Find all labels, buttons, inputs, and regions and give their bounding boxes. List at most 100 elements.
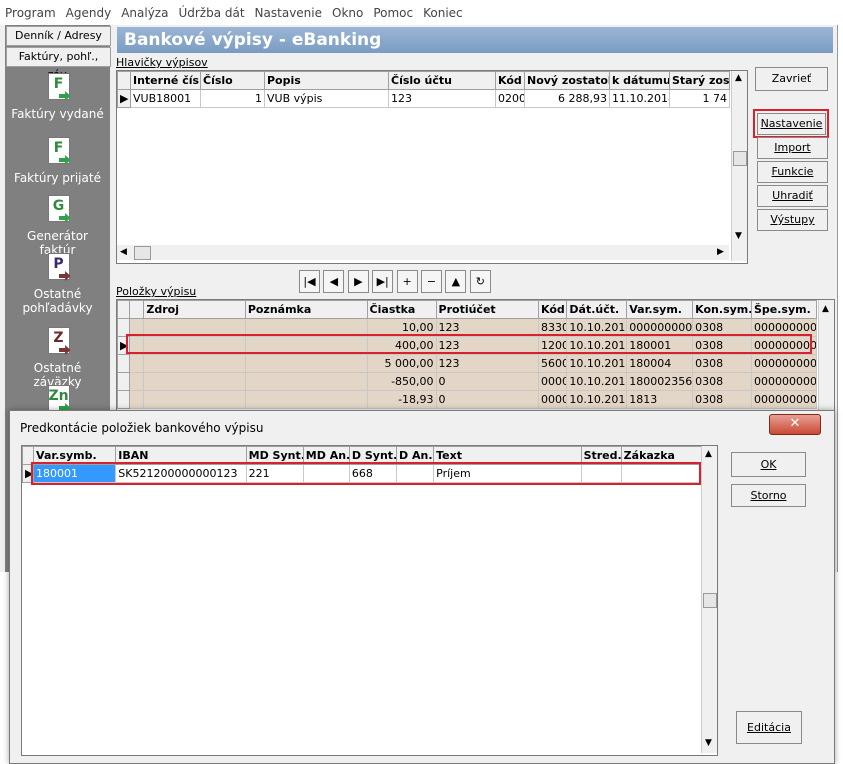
hscroll-thumb[interactable] [134,246,151,260]
table-cell[interactable]: 8330 [537,318,568,337]
table-cell[interactable]: 10.10.2018 [566,390,628,409]
column-header[interactable]: Kód [537,300,568,319]
column-header[interactable]: Číslo účtu [388,71,496,90]
table-cell[interactable] [129,372,145,391]
table-cell[interactable]: 0000000000 [751,390,817,409]
pay-button[interactable]: Uhradiť [757,185,828,207]
scroll-down-arrow-icon[interactable]: ▼ [705,738,712,748]
menu-pomoc[interactable]: Pomoc [368,0,418,27]
column-header[interactable]: IBAN [115,446,247,465]
table-cell[interactable] [129,336,145,355]
table-cell[interactable]: 5600 [537,354,568,373]
next-record-icon[interactable]: ▶ [347,270,369,293]
column-header[interactable]: Var.sym. [626,300,694,319]
table-row[interactable]: ▶ 180001 SK521200000000123 221 668 Príjem [22,464,703,483]
table-cell[interactable]: 0000000000 [751,372,817,391]
table-cell[interactable]: 0 [435,390,539,409]
table-cell[interactable]: VUB výpis [264,89,389,108]
table-cell[interactable]: SK521200000000123 [115,464,247,483]
menu-anal-za[interactable]: Analýza [116,0,173,27]
table-row[interactable]: 10,00 123 8330 10.10.2018 0000000000 0308 0000… [117,318,817,337]
invoice-issued-icon[interactable]: F [45,73,71,105]
table-cell[interactable]: 0 [435,372,539,391]
table-cell[interactable]: 0000 [537,390,568,409]
column-header[interactable]: Starý zost [669,71,730,90]
table-cell[interactable]: 123 [388,89,496,108]
table-cell[interactable]: 0308 [692,372,752,391]
column-header[interactable]: Nový zostatok [524,71,610,90]
table-cell[interactable]: 0000 [537,372,568,391]
table-cell[interactable] [580,464,622,483]
refresh-icon[interactable]: ↻ [469,270,491,293]
column-header[interactable]: Kód [495,71,525,90]
close-button[interactable]: Zavrieť [755,67,828,91]
table-cell[interactable] [244,336,368,355]
column-header[interactable]: D Synt. [348,446,398,465]
editacia-button[interactable]: Editácia [736,711,802,744]
table-cell[interactable]: -850,00 [366,372,437,391]
nav-item-1[interactable]: F Faktúry prijaté [5,137,110,185]
storno-button[interactable]: Storno [731,484,806,507]
menu--dr-ba-d-t[interactable]: Údržba dát [173,0,249,27]
table-cell[interactable]: 10.10.2018 [566,372,628,391]
table-row[interactable]: ▶ VUB18001 1 VUB výpis 123 0200 6 288,93 11.10.… [117,89,730,108]
column-header[interactable]: k dátumu [609,71,670,90]
scroll-up-arrow-icon[interactable]: ▲ [735,73,742,83]
column-header[interactable]: Var.symb. [33,446,117,465]
table-cell[interactable]: 10,00 [366,318,437,337]
add-record-icon[interactable]: + [396,270,418,293]
close-icon[interactable]: ✕ [790,416,801,431]
menu-okno[interactable]: Okno [327,0,368,27]
table-cell[interactable] [143,372,246,391]
table-cell[interactable]: 1200 [537,336,568,355]
table-cell[interactable] [143,354,246,373]
table-cell[interactable]: 123 [435,318,539,337]
column-header[interactable]: Kon.sym. [692,300,752,319]
column-header[interactable]: Interné čís. [130,71,201,90]
table-cell[interactable] [129,390,145,409]
table-cell[interactable] [244,390,368,409]
column-header[interactable]: Protiúčet [435,300,539,319]
headers-hscrollbar[interactable]: ◀ ▶ [117,245,729,260]
statement-headers-grid[interactable]: Interné čís. Číslo Popis Číslo účtu Kód Nový … [116,70,748,264]
table-cell[interactable]: 0308 [692,336,752,355]
table-row[interactable]: -850,00 0 0000 10.10.2018 180002356 0308 00000… [117,372,817,391]
liabilities-icon[interactable]: Z [45,327,71,359]
table-cell[interactable]: 6 288,93 [524,89,610,108]
table-cell[interactable] [143,318,246,337]
table-cell[interactable]: 10.10.2018 [566,336,628,355]
table-cell[interactable]: 668 [348,464,398,483]
table-cell[interactable] [244,372,368,391]
table-cell[interactable]: 0000000000 [626,318,694,337]
table-cell[interactable]: Príjem [433,464,582,483]
dialog-close-button[interactable]: ✕ [769,414,821,435]
scroll-up-arrow-icon[interactable]: ▲ [705,449,712,459]
functions-button[interactable]: Funkcie [757,161,828,183]
nav-item-2[interactable]: G Generátor faktúr [5,195,110,257]
scroll-thumb[interactable] [733,151,747,166]
scroll-left-arrow-icon[interactable]: ◀ [120,247,127,257]
items-vscrollbar[interactable]: ▲ [818,300,834,412]
first-record-icon[interactable]: |◀ [299,270,320,293]
statement-items-grid[interactable]: Zdroj Poznámka Čiastka Protiúčet Kód Dát.účt.… [116,299,835,413]
table-cell[interactable]: 10.10.2018 [566,354,628,373]
table-cell[interactable] [129,354,145,373]
table-cell[interactable]: VUB18001 [130,89,201,108]
column-header[interactable]: Poznámka [244,300,368,319]
table-row[interactable]: ▶ 400,00 123 1200 10.10.2018 180001 0308 000000… [117,336,817,355]
table-cell[interactable] [129,318,145,337]
table-cell[interactable]: 10.10.2018 [566,318,628,337]
table-cell[interactable]: 0308 [692,354,752,373]
headers-vscrollbar[interactable]: ▲ ▼ [731,71,747,261]
table-cell[interactable] [143,390,246,409]
table-cell[interactable]: 180001 [33,464,117,483]
column-header[interactable]: MD Synt. [245,446,304,465]
last-record-icon[interactable]: ▶| [372,270,394,293]
table-cell[interactable]: 400,00 [366,336,437,355]
column-header[interactable]: Špe.sym. [751,300,817,319]
outputs-button[interactable]: Výstupy [757,209,828,231]
table-cell[interactable] [244,354,368,373]
scroll-thumb[interactable] [703,593,717,608]
table-cell[interactable]: 1 [200,89,265,108]
table-cell[interactable]: 0200 [495,89,525,108]
